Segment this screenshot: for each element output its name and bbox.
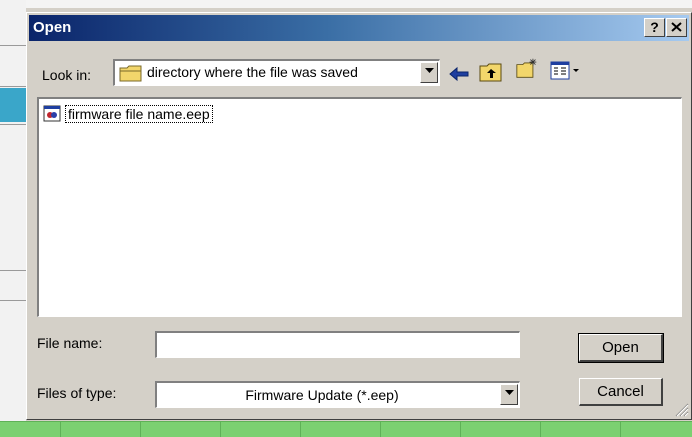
filetype-combo[interactable]: Firmware Update (*.eep)	[155, 381, 520, 408]
folder-icon	[119, 65, 142, 82]
dialog-title: Open	[33, 19, 72, 36]
back-arrow-icon[interactable]	[448, 63, 470, 85]
size-grip-icon[interactable]	[675, 403, 689, 417]
cancel-button[interactable]: Cancel	[579, 378, 663, 406]
background-divider	[0, 270, 26, 271]
filetype-value: Firmware Update (*.eep)	[245, 387, 399, 403]
background-divider	[0, 300, 26, 301]
chevron-down-icon	[505, 390, 514, 395]
background-divider	[0, 86, 26, 87]
filename-label: File name:	[37, 335, 103, 351]
file-name: firmware file name.eep	[65, 105, 213, 123]
open-button[interactable]: Open	[578, 333, 664, 363]
filetype-label: Files of type:	[37, 385, 117, 401]
file-list[interactable]: firmware file name.eep	[37, 97, 682, 317]
open-dialog: Open ? Look in: directory where the file…	[26, 12, 692, 420]
background-highlight	[0, 88, 26, 122]
title-bar[interactable]: Open ?	[29, 15, 689, 41]
close-button[interactable]	[666, 18, 687, 37]
up-one-level-icon[interactable]	[479, 61, 503, 83]
lookin-value: directory where the file was saved	[147, 64, 358, 80]
view-menu-icon[interactable]	[550, 60, 582, 82]
lookin-label: Look in:	[42, 67, 92, 83]
help-button[interactable]: ?	[644, 18, 665, 37]
background-window	[0, 0, 26, 436]
file-icon	[43, 105, 61, 122]
lookin-dropdown-button[interactable]	[420, 62, 438, 83]
lookin-combo[interactable]: directory where the file was saved	[113, 59, 440, 86]
filetype-dropdown-button[interactable]	[500, 384, 518, 405]
background-window-top	[0, 0, 692, 8]
filename-input[interactable]	[155, 331, 520, 358]
close-icon	[671, 22, 682, 32]
chevron-down-icon	[425, 68, 434, 73]
background-taskbar	[0, 421, 692, 437]
background-divider	[0, 45, 26, 46]
new-folder-icon[interactable]	[514, 57, 540, 79]
background-divider	[0, 124, 26, 125]
